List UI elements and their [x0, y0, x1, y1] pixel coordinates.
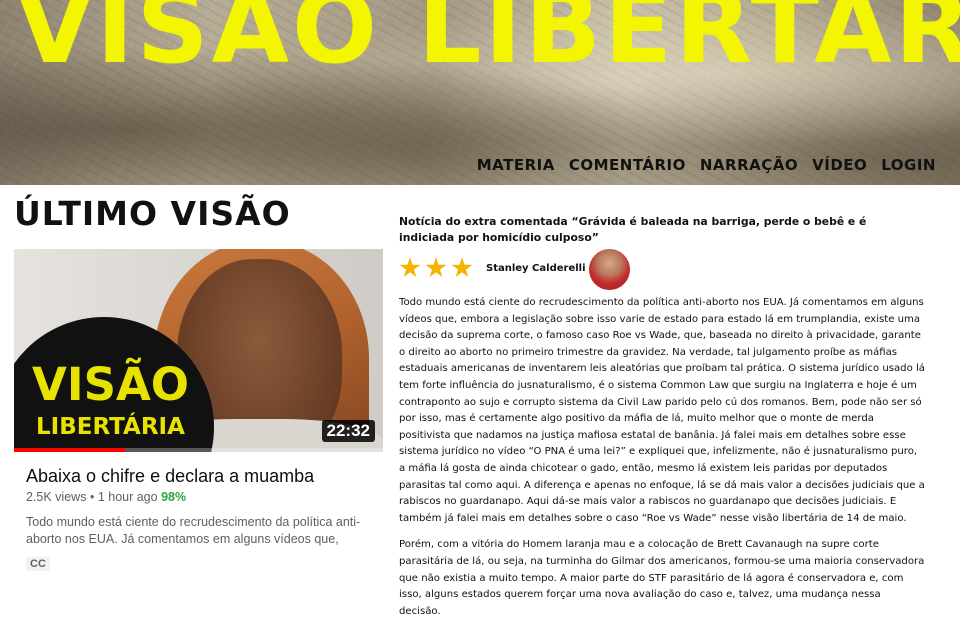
nav-narracao[interactable]: NARRAÇÃO	[700, 156, 798, 174]
star-icon	[425, 257, 447, 278]
nav-login[interactable]: LOGIN	[881, 156, 936, 174]
article: Notícia do extra comentada “Grávida é ba…	[399, 214, 925, 630]
like-percentage: 98%	[161, 490, 187, 504]
video-duration: 22:32	[321, 420, 375, 442]
thumbnail-brand-line1: VISÃO	[32, 358, 190, 411]
video-title[interactable]: Abaixa o chifre e declara a muamba	[26, 466, 314, 487]
article-byline: Stanley Calderelli	[399, 249, 925, 295]
video-meta: 2.5K views • 1 hour ago 98%	[26, 490, 186, 504]
nav-materia[interactable]: MATERIA	[477, 156, 555, 174]
video-age: 1 hour ago	[97, 490, 158, 504]
site-header: ​ VISÃO LIBERTÁRIA MATERIA COMENTÁRIO NA…	[0, 0, 960, 185]
newspaper-texture: ​	[0, 107, 17, 124]
rating-stars	[399, 257, 473, 279]
section-title: ÚLTIMO VISÃO	[14, 194, 291, 233]
article-paragraph-2: Porém, com a vitória do Homem laranja ma…	[399, 539, 925, 617]
star-icon	[399, 257, 421, 278]
video-views: 2.5K views	[26, 490, 87, 504]
latest-video-section: ÚLTIMO VISÃO VISÃO LIBERTÁRIA 22:32 Abai…	[14, 194, 384, 571]
author-name[interactable]: Stanley Calderelli	[486, 263, 586, 274]
nav-video[interactable]: VÍDEO	[812, 156, 867, 174]
video-description: Todo mundo está ciente do recrudesciment…	[26, 515, 361, 546]
meta-separator: •	[89, 490, 95, 504]
cc-badge: CC	[26, 557, 50, 571]
site-title[interactable]: VISÃO LIBERTÁRIA	[16, 0, 960, 78]
video-thumbnail[interactable]: VISÃO LIBERTÁRIA 22:32	[14, 249, 383, 452]
nav-comentario[interactable]: COMENTÁRIO	[569, 156, 686, 174]
main-nav: MATERIA COMENTÁRIO NARRAÇÃO VÍDEO LOGIN	[477, 156, 936, 174]
star-icon	[451, 257, 473, 278]
article-title: Notícia do extra comentada “Grávida é ba…	[399, 215, 867, 244]
article-paragraph-1: Todo mundo está ciente do recrudesciment…	[399, 297, 925, 524]
author-avatar[interactable]	[589, 249, 630, 290]
thumbnail-brand-line2: LIBERTÁRIA	[36, 414, 185, 440]
watch-progress-bar	[14, 448, 383, 452]
watch-progress-fill	[14, 448, 125, 452]
